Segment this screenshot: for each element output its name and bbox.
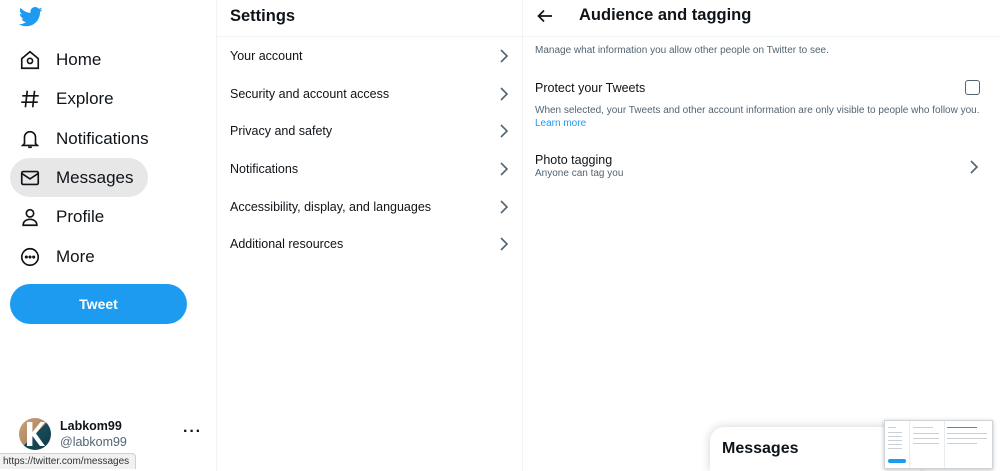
settings-item-your-account[interactable]: Your account [217, 37, 522, 75]
account-switcher[interactable]: Labkom99 @labkom99 ··· [19, 417, 209, 451]
chevron-right-icon [500, 124, 509, 138]
nav-more-label: More [56, 246, 95, 266]
learn-more-link[interactable]: Learn more [535, 118, 586, 129]
photo-tagging-subtitle: Anyone can tag you [535, 168, 624, 179]
protect-tweets-label: Protect your Tweets [535, 81, 646, 95]
back-arrow-icon[interactable] [536, 7, 554, 25]
more-dots-icon[interactable]: ··· [183, 423, 202, 441]
settings-list: Your account Security and account access… [217, 36, 522, 263]
nav-home[interactable]: Home [10, 40, 113, 79]
twitter-logo-icon[interactable] [19, 7, 43, 27]
protect-tweets-help: When selected, your Tweets and other acc… [535, 104, 985, 130]
person-icon [19, 206, 41, 228]
settings-column: Settings Your account Security and accou… [217, 0, 523, 471]
page-title: Audience and tagging [579, 6, 752, 24]
settings-item-additional-resources[interactable]: Additional resources [217, 225, 522, 263]
tweet-button[interactable]: Tweet [10, 284, 187, 324]
settings-item-label: Notifications [230, 161, 299, 176]
nav-notifications-label: Notifications [56, 128, 149, 148]
protect-tweets-help-text: When selected, your Tweets and other acc… [535, 105, 980, 116]
account-handle: @labkom99 [60, 435, 127, 449]
settings-item-label: Security and account access [230, 86, 390, 101]
settings-item-label: Additional resources [230, 237, 344, 252]
browser-status-url: https://twitter.com/messages [0, 453, 137, 469]
photo-tagging-title: Photo tagging [535, 153, 613, 167]
divider [523, 36, 1000, 37]
messages-drawer-title: Messages [722, 440, 799, 457]
settings-item-notifications[interactable]: Notifications [217, 150, 522, 188]
settings-item-label: Accessibility, display, and languages [230, 199, 432, 214]
avatar [19, 418, 51, 450]
nav-explore-label: Explore [56, 88, 114, 108]
nav-messages-label: Messages [56, 167, 134, 187]
page-description: Manage what information you allow other … [535, 45, 829, 56]
photo-tagging-item[interactable]: Photo tagging Anyone can tag you [523, 145, 1000, 187]
bell-icon [19, 128, 41, 150]
nav-profile[interactable]: Profile [10, 197, 116, 236]
more-circle-icon [19, 246, 41, 268]
chevron-right-icon [500, 162, 509, 176]
chevron-right-icon [970, 160, 979, 174]
envelope-icon [19, 167, 41, 189]
nav-more[interactable]: More [10, 237, 107, 276]
nav-profile-label: Profile [56, 206, 105, 226]
nav-notifications[interactable]: Notifications [10, 119, 161, 158]
nav-explore[interactable]: Explore [10, 79, 126, 118]
chevron-right-icon [500, 200, 509, 214]
detail-column: Audience and tagging Manage what informa… [523, 0, 1000, 471]
settings-item-security[interactable]: Security and account access [217, 75, 522, 113]
nav-home-label: Home [56, 49, 102, 69]
account-name: Labkom99 [60, 419, 122, 433]
chevron-right-icon [500, 49, 509, 63]
hashtag-icon [19, 88, 41, 110]
settings-item-label: Privacy and safety [230, 124, 333, 139]
protect-tweets-checkbox[interactable] [965, 80, 980, 95]
settings-item-privacy[interactable]: Privacy and safety [217, 112, 522, 150]
screenshot-thumbnail[interactable] [884, 420, 993, 469]
chevron-right-icon [500, 86, 509, 101]
nav-messages[interactable]: Messages [10, 158, 148, 197]
left-nav: Home Explore Notifications Messages Prof… [0, 0, 217, 471]
settings-item-label: Your account [230, 48, 303, 63]
home-icon [19, 49, 41, 71]
settings-title: Settings [230, 7, 296, 25]
settings-item-accessibility[interactable]: Accessibility, display, and languages [217, 188, 522, 226]
chevron-right-icon [500, 237, 509, 251]
